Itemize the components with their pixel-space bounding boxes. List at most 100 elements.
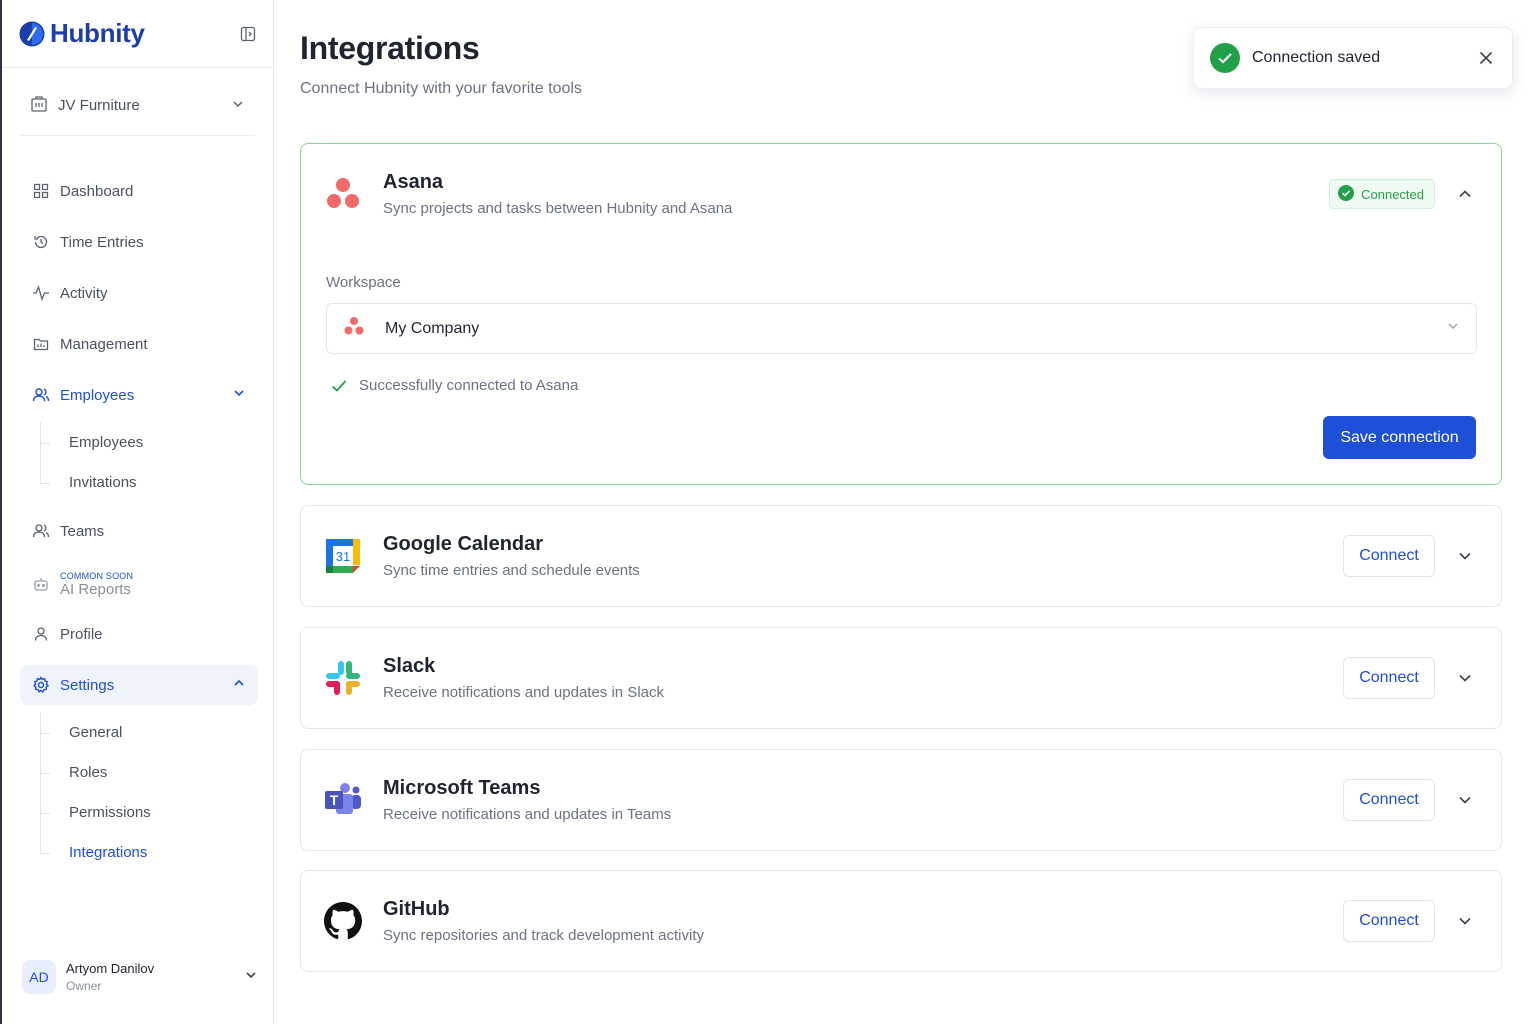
sidebar: Hubnity JV Furniture Dashboard Time Entr… [0,0,274,1024]
check-icon [331,379,347,392]
integration-name: Microsoft Teams [383,777,541,799]
tree-tick [40,483,50,484]
nav-management-label: Management [60,335,148,353]
activity-pulse-icon [32,284,50,302]
svg-text:T: T [330,792,339,808]
folder-chart-icon [32,335,50,353]
success-text: Successfully connected to Asana [359,377,579,394]
gear-icon [32,676,50,694]
chevron-down-icon [232,386,246,404]
chevron-down-icon [244,968,258,987]
nav-management[interactable]: Management [20,324,258,364]
integration-name: Slack [383,655,436,677]
coming-soon-badge: COMMON SOON [60,570,134,581]
tree-tick [40,813,50,814]
connect-button[interactable]: Connect [1343,535,1435,577]
chevron-down-icon[interactable] [1455,790,1475,810]
chevron-down-icon [1446,319,1460,338]
card-header[interactable]: T Microsoft Teams Receive notifications … [301,750,1501,850]
integration-card-asana: Asana Sync projects and tasks between Hu… [300,143,1502,485]
integration-card-microsoft-teams: T Microsoft Teams Receive notifications … [300,749,1502,851]
organization-switcher[interactable]: JV Furniture [20,76,255,136]
hubnity-logo-icon [19,21,45,46]
nav-ai-reports-label: AI Reports [60,580,131,598]
nav-sub-general[interactable]: General [69,724,122,741]
sidebar-collapse-icon[interactable] [239,25,257,43]
nav-sub-invitations[interactable]: Invitations [69,474,137,491]
tree-tick [40,733,50,734]
nav-profile-label: Profile [60,625,103,643]
nav-employees-label: Employees [60,386,135,404]
card-header[interactable]: Asana Sync projects and tasks between Hu… [301,144,1501,244]
success-message: Successfully connected to Asana [331,377,578,394]
nav-activity-label: Activity [60,284,108,302]
tree-tick [40,773,50,774]
nav-teams-label: Teams [60,522,105,540]
integration-card-slack: Slack Receive notifications and updates … [300,627,1502,729]
nav-dashboard[interactable]: Dashboard [20,171,258,211]
nav-sub-permissions[interactable]: Permissions [69,804,151,821]
connect-button[interactable]: Connect [1343,779,1435,821]
workspace-label: Workspace [326,274,401,291]
nav-dashboard-label: Dashboard [60,182,134,200]
nav-time-entries[interactable]: Time Entries [20,222,258,262]
connect-button[interactable]: Connect [1343,900,1435,942]
workspace-select[interactable]: My Company [326,303,1477,354]
tree-line [40,422,41,484]
integration-description: Sync projects and tasks between Hubnity … [383,200,733,217]
integration-description: Receive notifications and updates in Sla… [383,684,665,701]
save-connection-button[interactable]: Save connection [1323,416,1476,459]
robot-icon [32,575,50,593]
nav-sub-roles[interactable]: Roles [69,764,107,781]
ai-reports-block: COMMON SOON AI Reports [60,571,133,598]
integration-card-github: GitHub Sync repositories and track devel… [300,870,1502,972]
slack-icon [323,658,363,698]
user-name: Artyom Danilov [66,961,155,976]
integration-card-google-calendar: 31 Google Calendar Sync time entries and… [300,505,1502,607]
team-users-icon [32,522,50,540]
card-header[interactable]: 31 Google Calendar Sync time entries and… [301,506,1501,606]
avatar: AD [22,960,56,994]
brand-name: Hubnity [50,18,145,48]
page-title: Integrations [300,30,480,66]
page-subtitle: Connect Hubnity with your favorite tools [300,80,582,97]
nav-profile[interactable]: Profile [20,614,258,654]
nav-employees[interactable]: Employees [20,375,258,415]
chevron-up-icon [232,676,246,694]
nav-activity[interactable]: Activity [20,273,258,313]
toast-message: Connection saved [1252,49,1381,66]
chevron-down-icon[interactable] [1455,668,1475,688]
chevron-down-icon[interactable] [1455,546,1475,566]
integration-name: Google Calendar [383,533,544,555]
nav-settings-label: Settings [60,676,115,694]
card-header[interactable]: Slack Receive notifications and updates … [301,628,1501,728]
tree-tick [40,443,50,444]
tree-tick [40,853,50,854]
svg-text:31: 31 [336,549,350,564]
github-icon [323,901,363,941]
nav-teams[interactable]: Teams [20,511,258,551]
organization-name: JV Furniture [58,97,140,114]
microsoft-teams-icon: T [323,780,363,820]
building-icon [30,95,48,117]
asana-icon [343,315,365,342]
close-icon[interactable] [1476,48,1496,68]
user-role: Owner [66,979,102,993]
chevron-down-icon[interactable] [1455,911,1475,931]
toast-notification: Connection saved [1193,27,1513,89]
nav-settings[interactable]: Settings [20,665,258,705]
integration-name: Asana [383,171,444,193]
integration-description: Receive notifications and updates in Tea… [383,806,672,823]
status-label: Connected [1361,186,1424,202]
dashboard-grid-icon [32,182,50,200]
history-clock-icon [32,233,50,251]
chevron-up-icon[interactable] [1455,184,1475,204]
nav-time-entries-label: Time Entries [60,233,144,251]
integration-description: Sync repositories and track development … [383,927,704,944]
workspace-value: My Company [385,319,480,337]
card-header[interactable]: GitHub Sync repositories and track devel… [301,871,1501,971]
nav-sub-integrations[interactable]: Integrations [69,844,147,861]
connect-button[interactable]: Connect [1343,657,1435,699]
user-menu[interactable]: AD Artyom Danilov Owner [22,954,258,1000]
nav-sub-employees[interactable]: Employees [69,434,143,451]
